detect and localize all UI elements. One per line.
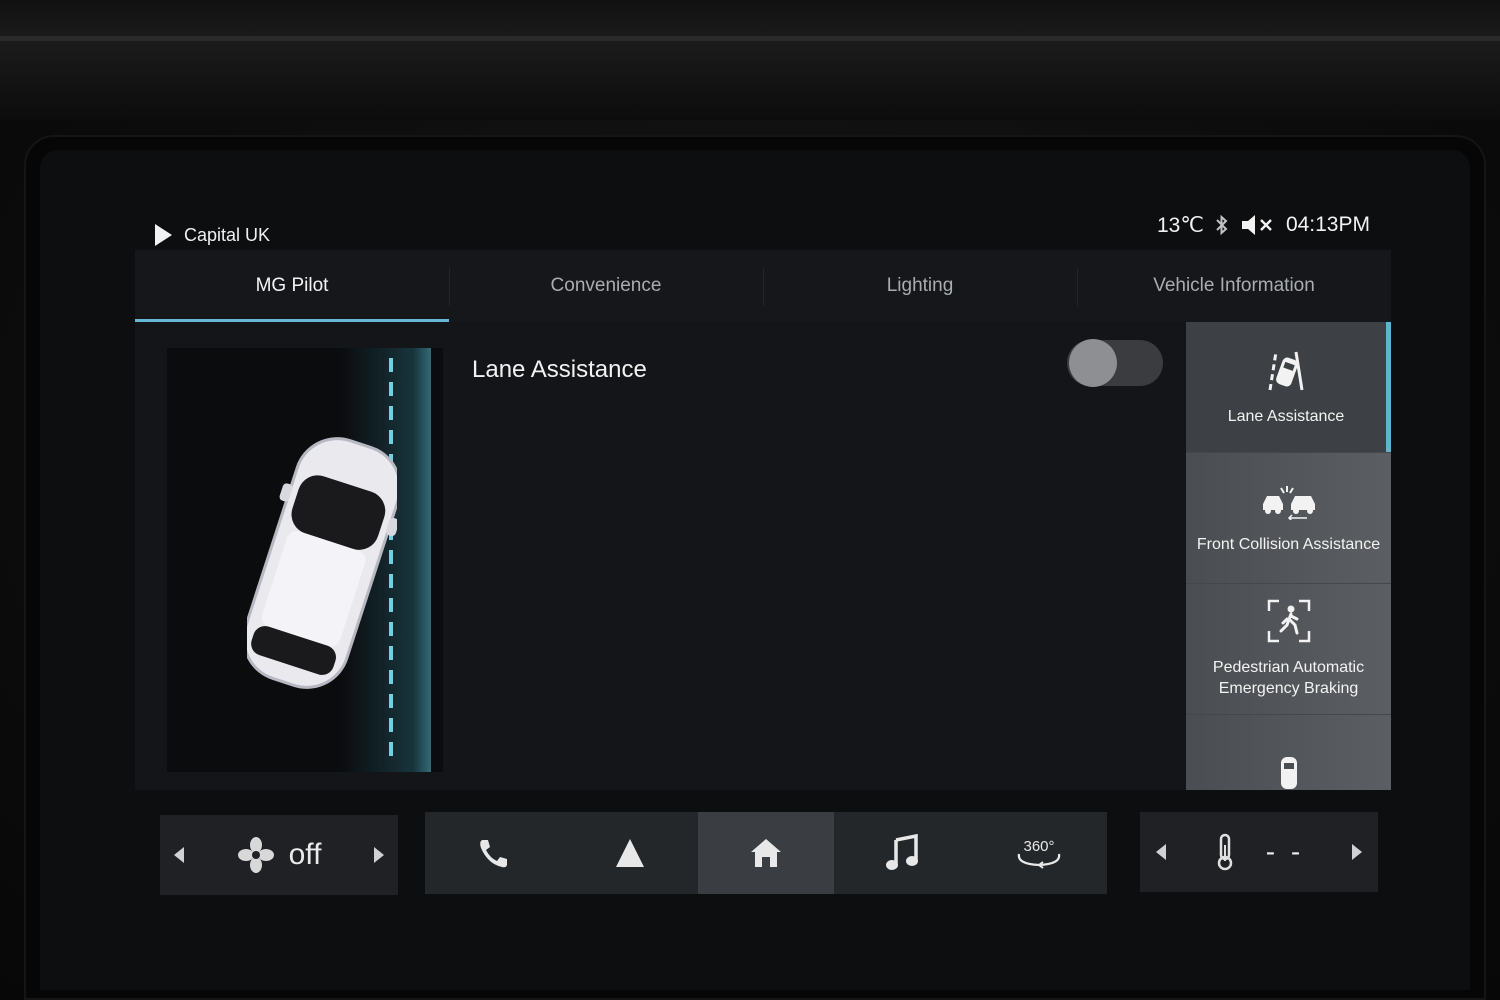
- main-dock: 360°: [425, 812, 1107, 894]
- settings-content: Lane Assistance Lane Assistance Front Co…: [135, 322, 1391, 790]
- tab-bar: MG Pilot Convenience Lighting Vehicle In…: [135, 250, 1391, 322]
- side-item-front-collision[interactable]: Front Collision Assistance: [1186, 452, 1391, 583]
- navigation-button[interactable]: [561, 812, 697, 894]
- thermometer-icon: [1217, 833, 1233, 871]
- side-item-rear-sensor[interactable]: [1186, 714, 1391, 790]
- toggle-knob: [1069, 339, 1117, 387]
- side-item-label: Pedestrian Automatic Emergency Braking: [1212, 659, 1365, 697]
- side-item-label: Front Collision Assistance: [1196, 535, 1381, 553]
- car-illustration: [167, 348, 443, 772]
- tab-vehicle-information[interactable]: Vehicle Information: [1077, 250, 1391, 322]
- feature-title: Lane Assistance: [472, 356, 647, 383]
- side-item-label: Lane Assistance: [1227, 407, 1345, 425]
- clock: 04:13PM: [1285, 213, 1370, 236]
- car-top-view-icon: [247, 437, 397, 689]
- music-icon: [886, 834, 919, 870]
- side-item-lane-assistance[interactable]: Lane Assistance: [1186, 322, 1391, 452]
- temp-increase-arrow-icon[interactable]: [1352, 844, 1362, 860]
- status-bar: 13℃ 04:13PM: [1157, 212, 1370, 238]
- climate-temperature-control: - -: [1140, 812, 1378, 892]
- fan-increase-arrow-icon[interactable]: [374, 847, 384, 863]
- home-button[interactable]: [697, 812, 835, 894]
- music-button[interactable]: [834, 812, 970, 894]
- front-collision-icon: [1259, 482, 1319, 520]
- temp-decrease-arrow-icon[interactable]: [1156, 844, 1166, 860]
- side-item-pedestrian-braking[interactable]: Pedestrian Automatic Emergency Braking: [1186, 583, 1391, 714]
- feature-list: Lane Assistance Front Collision Assistan…: [1186, 322, 1391, 790]
- temp-status: - -: [1214, 833, 1304, 871]
- fan-state: off: [288, 838, 322, 871]
- fan-icon: [237, 837, 274, 873]
- infotainment-screen: Capital UK 13℃ 04:13PM MG Pilot Convenie…: [40, 150, 1470, 990]
- tab-convenience[interactable]: Convenience: [449, 250, 763, 322]
- outside-temperature: 13℃: [1156, 213, 1204, 237]
- phone-button[interactable]: [425, 812, 561, 894]
- lane-assistance-toggle[interactable]: [1067, 339, 1163, 387]
- camera-360-label: 360°: [1023, 838, 1054, 855]
- camera-360-icon: 360°: [1017, 838, 1061, 869]
- dashboard-bezel: [0, 0, 1500, 120]
- phone-icon: [480, 840, 508, 868]
- navigation-icon: [615, 839, 644, 867]
- mute-icon: [1240, 212, 1276, 238]
- temperature-value: - -: [1265, 836, 1305, 867]
- bezel-trim: [0, 36, 1500, 41]
- bluetooth-icon: [1214, 213, 1230, 237]
- camera-360-button[interactable]: 360°: [971, 812, 1107, 894]
- fan-control: off: [160, 815, 398, 895]
- fan-status: off: [237, 836, 322, 874]
- now-playing[interactable]: Capital UK: [155, 224, 270, 246]
- lane-assist-icon: [1264, 348, 1308, 392]
- radio-station: Capital UK: [184, 224, 271, 245]
- pedestrian-braking-icon: [1267, 599, 1311, 643]
- rear-sensor-icon: [1274, 755, 1304, 790]
- tab-lighting[interactable]: Lighting: [763, 250, 1077, 322]
- tab-mg-pilot[interactable]: MG Pilot: [135, 250, 449, 322]
- fan-decrease-arrow-icon[interactable]: [174, 847, 184, 863]
- home-icon: [751, 839, 782, 867]
- play-icon: [155, 224, 172, 246]
